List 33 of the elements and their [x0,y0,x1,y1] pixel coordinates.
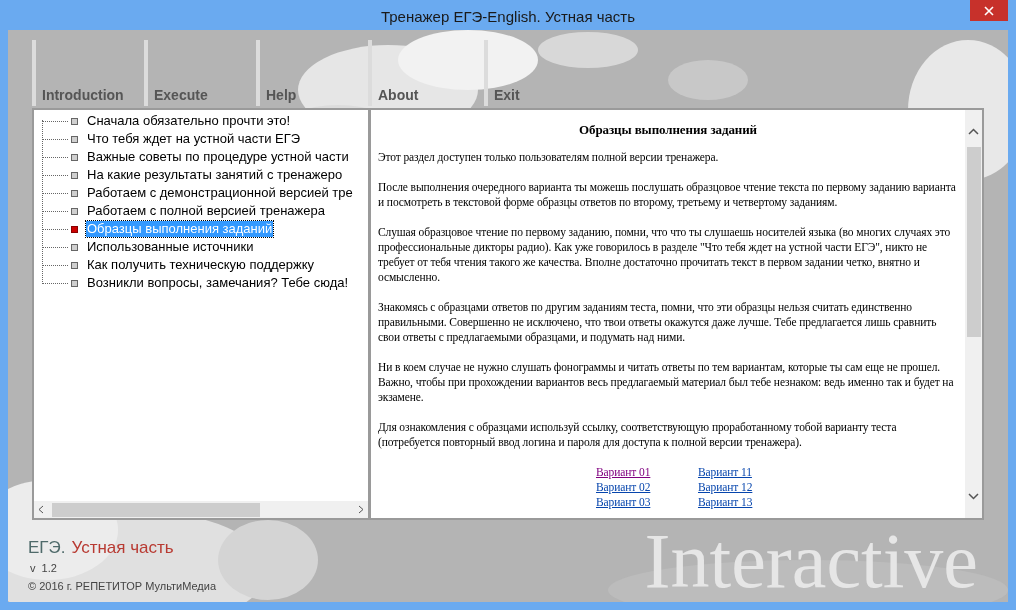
paragraph: Ни в коем случае не нужно слушать фонограммы и читать ответы по тем вариантам, которые ты сам еще не прошел. Важно, чтобы при прохождении вариантов весь предлагаемый материал был тебе незнаком: ведь именно так и будет на экзамене. [378,360,955,405]
paragraph: Этот раздел доступен только пользователям полной версии тренажера. [378,150,720,165]
document-heading: Образцы выполнения заданий [578,122,758,137]
close-button[interactable] [970,0,1008,21]
version-text: v 1.2 [30,561,58,576]
window-title: Тренажер ЕГЭ-English. Устная часть [380,7,636,27]
horizontal-scrollbar[interactable] [34,501,368,518]
paragraph: Слушая образцовое чтение по первому заданию, помни, что что ты слушаешь носителей языка (во многих случаях это профессиональные дикторы радио). Как уже говорилось в разделе "Что тебя ждет на устной части ЕГЭ", никто не требует от тебя чтения такого же качества. Вполне достаточно прочитать текст в первом задании четко, внятно и осмысленно. [378,225,952,285]
variant-link[interactable]: Вариант 13 [698,495,753,510]
scroll-thumb[interactable] [966,147,981,337]
paragraph: Для ознакомления с образцами используй ссылку, соответствующую проработанному тобой варианту теста (потребуется повторный ввод логина и пароля для доступа к полной версии тренажера). [378,420,898,450]
tree-item[interactable]: Работаем с демонстрационной версией тре [86,185,354,201]
tree-item[interactable]: Как получить техническую поддержку [86,257,316,273]
tree-item[interactable]: Возникли вопросы, замечания? Тебе сюда! [86,275,350,291]
vertical-scrollbar[interactable] [965,110,982,518]
scroll-thumb[interactable] [52,502,260,517]
tree-item[interactable]: Важные советы по процедуре устной части [86,149,350,165]
brand-subtitle: Устная часть [71,538,174,558]
brand-text: ЕГЭ. [28,538,66,558]
tree-item[interactable]: Использованные источники [86,239,255,255]
variant-link[interactable]: Вариант 03 [596,495,698,510]
tree-item[interactable]: На какие результаты занятий с тренажеро [86,167,344,183]
copyright-text: © 2016 г. РЕПЕТИТОР МультиМедиа [28,578,217,594]
paragraph: После выполнения очередного варианта ты можешь послушать образцовое чтение текста по первому заданию варианта и посмотреть в текстовой форме образцы ответов по второму, третьему и четвертому заданиям. [378,180,957,210]
variant-link[interactable]: Вариант 01 [596,465,698,480]
variant-link[interactable]: Вариант 02 [596,480,698,495]
tree-item[interactable]: Сначала обязательно прочти это! [86,113,292,129]
paragraph: Знакомясь с образцами ответов по другим заданиям теста, помни, что эти образцы нельзя считать единственно правильными. Совершенно не исключено, что твои ответы окажутся даже лучше. Тебе предлагается лишь сравнить свои ответы с предлагаемыми образцами, и подумать над ними. [378,300,938,345]
variant-link[interactable]: Вариант 12 [698,480,753,495]
tree-item[interactable]: Что тебя ждет на устной части ЕГЭ [86,131,302,147]
tree-item[interactable]: Работаем с полной версией тренажера [86,203,326,219]
close-icon [984,5,994,16]
variant-link[interactable]: Вариант 11 [698,465,753,480]
